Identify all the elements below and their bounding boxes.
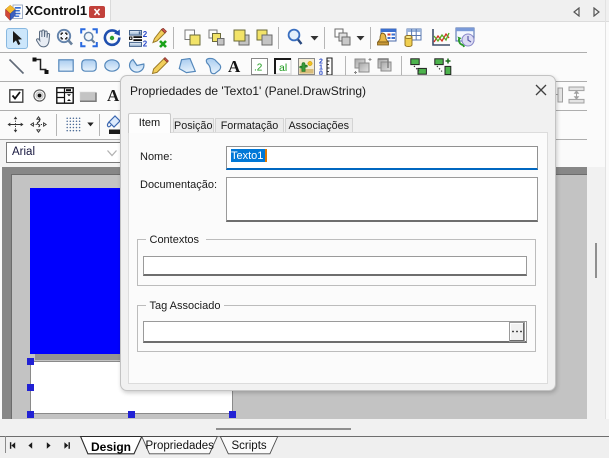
svg-text:.2: .2 (254, 63, 263, 74)
svg-text:al: al (279, 62, 287, 74)
svg-text:2: 2 (143, 30, 147, 39)
svg-text:2: 2 (143, 40, 147, 48)
